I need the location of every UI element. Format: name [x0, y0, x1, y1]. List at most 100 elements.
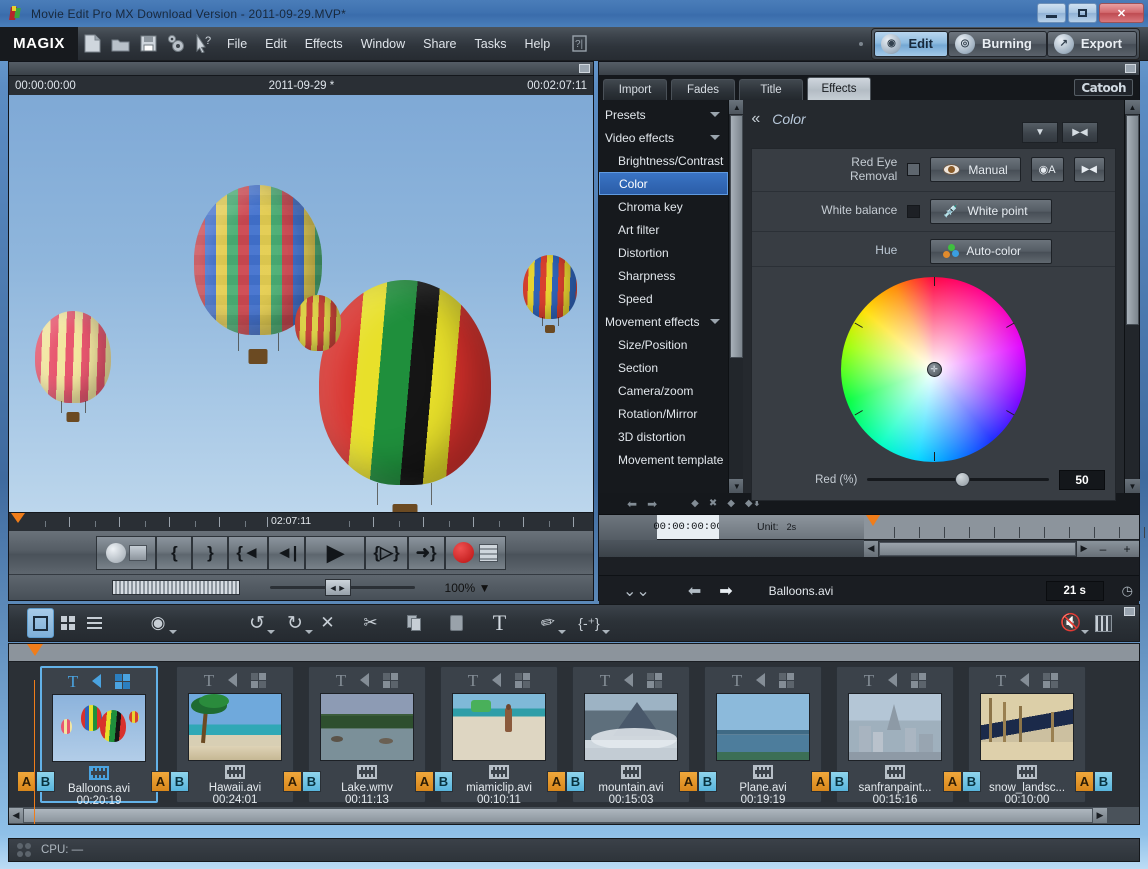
open-folder-icon[interactable]: [106, 27, 134, 61]
scroll-down-arrow-icon[interactable]: ▼: [729, 479, 744, 493]
scroll-right-arrow-icon[interactable]: ▶: [1077, 541, 1091, 557]
transition-a-button[interactable]: A: [283, 771, 302, 792]
panel-reset-button[interactable]: ▶◀: [1062, 122, 1098, 143]
storyboard-clip[interactable]: T sanfranpaint... 00:15:16: [836, 666, 954, 803]
title-t-icon[interactable]: T: [468, 672, 478, 689]
tree-item-section[interactable]: Section: [599, 356, 728, 379]
preview-canvas[interactable]: [9, 95, 593, 512]
title-button[interactable]: T: [486, 608, 513, 638]
keyframe-timecode[interactable]: 00:00:00:00: [657, 515, 719, 539]
effects-grid-icon[interactable]: [779, 673, 794, 688]
clip-thumbnail[interactable]: [188, 693, 282, 761]
clip-thumbnail[interactable]: [584, 693, 678, 761]
scroll-right-arrow-icon[interactable]: ▶: [1093, 808, 1107, 823]
preview-timeline-ruler[interactable]: 02:07:11: [9, 512, 593, 530]
preview-display-toggle-button[interactable]: [96, 536, 156, 570]
scroll-up-arrow-icon[interactable]: ▲: [729, 100, 744, 114]
help-pointer-icon[interactable]: ?: [190, 27, 218, 61]
chevron-down-icon[interactable]: [305, 630, 313, 634]
keyframe-copy-icon[interactable]: ◆: [727, 498, 735, 509]
tree-item-color[interactable]: Color: [599, 172, 728, 195]
red-percent-slider-track[interactable]: [867, 478, 1049, 481]
fade-icon[interactable]: [492, 673, 501, 687]
clip-thumbnail[interactable]: [452, 693, 546, 761]
menu-item-effects[interactable]: Effects: [296, 27, 352, 61]
panel-scroll-thumb[interactable]: [1126, 115, 1139, 325]
tree-item-distortion[interactable]: Distortion: [599, 241, 728, 264]
clip-thumbnail[interactable]: [52, 694, 146, 762]
storyboard-clip[interactable]: T Balloons.avi 00:20:19: [40, 666, 158, 803]
tree-item-art-filter[interactable]: Art filter: [599, 218, 728, 241]
transition-toggle[interactable]: A B: [283, 771, 321, 792]
tree-item-3d-distortion[interactable]: 3D distortion: [599, 425, 728, 448]
transition-toggle[interactable]: A B: [811, 771, 849, 792]
set-in-point-button[interactable]: {: [156, 536, 192, 570]
keyframe-playhead-marker[interactable]: [866, 515, 880, 526]
title-t-icon[interactable]: T: [732, 672, 742, 689]
fade-icon[interactable]: [360, 673, 369, 687]
catooh-logo[interactable]: Catooh: [1074, 79, 1133, 96]
range-button[interactable]: {-⁺}: [567, 608, 611, 638]
preview-maximize-icon[interactable]: [579, 64, 590, 73]
red-eye-removal-checkbox[interactable]: [907, 163, 920, 176]
storyboard-clip[interactable]: T Plane.avi 00:19:19: [704, 666, 822, 803]
transition-b-button[interactable]: B: [698, 771, 717, 792]
menu-item-file[interactable]: File: [218, 27, 256, 61]
chevron-down-icon[interactable]: [602, 630, 610, 634]
mode-burning-button[interactable]: ◎ Burning: [948, 31, 1047, 57]
fade-icon[interactable]: [888, 673, 897, 687]
delete-button[interactable]: ✕: [314, 608, 341, 638]
fade-icon[interactable]: [624, 673, 633, 687]
storyboard-clip[interactable]: T mountain.avi 00:15:03: [572, 666, 690, 803]
transition-b-button[interactable]: B: [830, 771, 849, 792]
effects-grid-icon[interactable]: [115, 674, 130, 689]
storyboard-ruler[interactable]: [9, 644, 1139, 662]
auto-color-button[interactable]: Auto-color: [930, 239, 1052, 264]
tab-title[interactable]: Title: [739, 79, 803, 100]
transition-toggle[interactable]: A B: [679, 771, 717, 792]
storyboard-clip[interactable]: T snow_landsc... 00:10:00: [968, 666, 1086, 803]
next-frame-button[interactable]: {▷}: [365, 536, 407, 570]
effects-grid-icon[interactable]: [647, 673, 662, 688]
tree-group-movement-effects[interactable]: Movement effects: [599, 310, 728, 333]
white-balance-checkbox[interactable]: [907, 205, 920, 218]
mode-export-button[interactable]: ↗ Export: [1047, 31, 1137, 57]
keyframe-zoom-in-button[interactable]: +: [1115, 541, 1139, 557]
title-t-icon[interactable]: T: [600, 672, 610, 689]
transition-a-button[interactable]: A: [1075, 771, 1094, 792]
fade-icon[interactable]: [756, 673, 765, 687]
red-percent-value[interactable]: 50: [1059, 470, 1105, 490]
effects-tree-scrollbar[interactable]: ▲ ▼: [728, 100, 743, 493]
menu-item-help[interactable]: Help: [515, 27, 559, 61]
storyboard-playhead-marker[interactable]: [27, 644, 43, 656]
panel-dropdown-button[interactable]: ▼: [1022, 122, 1058, 143]
tree-item-sharpness[interactable]: Sharpness: [599, 264, 728, 287]
transition-a-button[interactable]: A: [547, 771, 566, 792]
white-point-button[interactable]: 💉 White point: [930, 199, 1052, 224]
transition-a-button[interactable]: A: [943, 771, 962, 792]
keyframe-scale[interactable]: [864, 515, 1139, 539]
effects-grid-icon[interactable]: [515, 673, 530, 688]
chevron-down-icon[interactable]: [710, 112, 720, 117]
tab-import[interactable]: Import: [603, 79, 667, 100]
clock-icon[interactable]: ◷: [1122, 583, 1133, 599]
transition-toggle[interactable]: A B: [151, 771, 189, 792]
effects-grid-icon[interactable]: [383, 673, 398, 688]
chevron-down-icon[interactable]: [558, 630, 566, 634]
keyframe-prev-icon[interactable]: ⬅: [627, 497, 637, 511]
transition-b-button[interactable]: B: [170, 771, 189, 792]
minimize-button[interactable]: [1037, 3, 1066, 23]
set-out-point-button[interactable]: }: [192, 536, 228, 570]
transition-b-button[interactable]: B: [962, 771, 981, 792]
scroll-left-arrow-icon[interactable]: ◀: [864, 541, 878, 557]
transition-toggle[interactable]: A B: [415, 771, 453, 792]
storyboard-clip[interactable]: T miamiclip.avi 00:10:11: [440, 666, 558, 803]
tree-item-chroma-key[interactable]: Chroma key: [599, 195, 728, 218]
play-button[interactable]: ▶: [305, 536, 365, 570]
mixer-button[interactable]: [1090, 608, 1117, 638]
maximize-button[interactable]: [1068, 3, 1097, 23]
storyboard-hscrollbar[interactable]: ◀ ▶: [9, 807, 1139, 824]
audio-mute-button[interactable]: 🔇: [1052, 608, 1090, 638]
red-eye-reset-button[interactable]: ▶◀: [1074, 157, 1105, 182]
transition-a-button[interactable]: A: [151, 771, 170, 792]
